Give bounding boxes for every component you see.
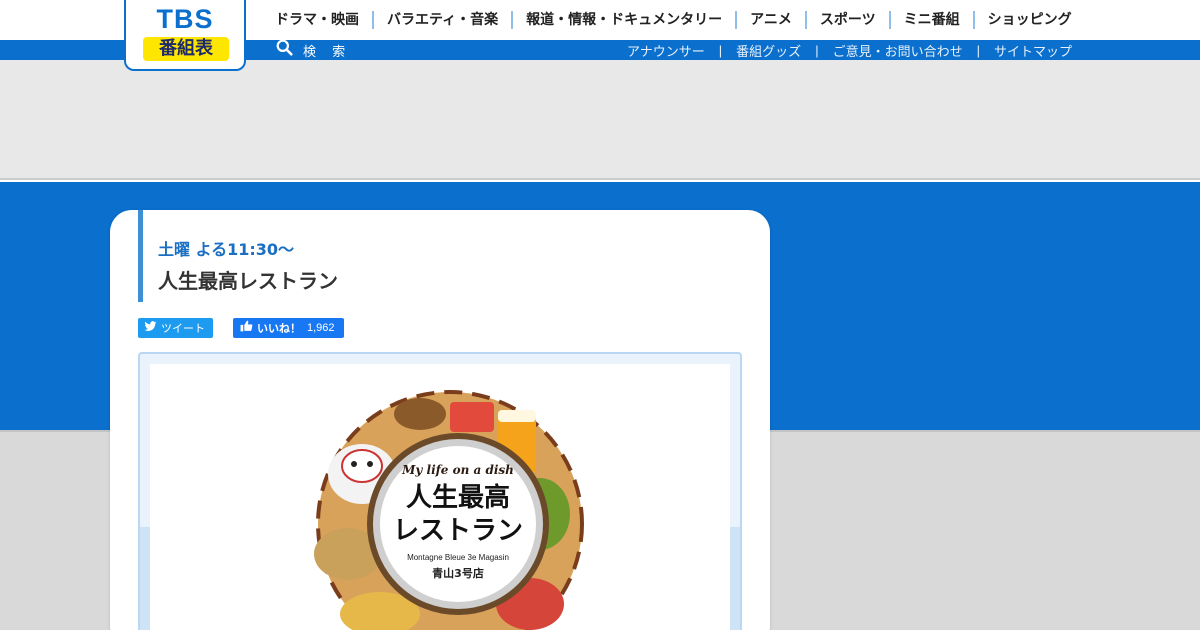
program-title: 人生最高レストラン (158, 269, 338, 293)
search-button[interactable]: 検 索 (276, 39, 352, 61)
subnav-divider: | (718, 42, 723, 58)
twitter-bird-icon (144, 319, 157, 337)
program-card: 土曜 よる11:30〜 人生最高レストラン ツイート いいね！ 1,962 My… (110, 210, 770, 630)
nav-item-mini[interactable]: ミニ番組 (891, 10, 973, 30)
hero-subtitle: Montagne Bleue 3e Magasin (407, 553, 509, 562)
nav-item-variety[interactable]: バラエティ・音楽 (374, 10, 511, 30)
logo-main-text: TBS (156, 4, 214, 34)
thumbs-up-icon (240, 319, 253, 337)
tweet-button[interactable]: ツイート (138, 318, 213, 338)
tbs-logo[interactable]: TBS 番組表 (124, 0, 246, 71)
program-image-frame: My life on a dish 人生最高 レストラン Montagne Bl… (138, 352, 742, 630)
like-count: 1,962 (307, 322, 335, 334)
search-icon (276, 39, 293, 61)
ad-banner-area (0, 60, 1200, 180)
nav-item-shopping[interactable]: ショッピング (975, 10, 1085, 30)
nav-item-sports[interactable]: スポーツ (807, 10, 889, 30)
hero-store-name: 青山3号店 (432, 566, 484, 580)
search-label: 検 索 (303, 44, 352, 60)
tweet-label: ツイート (161, 322, 205, 335)
program-key-visual: My life on a dish 人生最高 レストラン Montagne Bl… (314, 390, 584, 630)
like-label: いいね！ (257, 322, 301, 335)
subnav-divider: | (815, 42, 819, 58)
nav-item-anime[interactable]: アニメ (737, 10, 805, 30)
subnav-item-goods[interactable]: 番組グッズ (736, 41, 801, 60)
subnav-item-contact[interactable]: ご意見・お問い合わせ (833, 41, 963, 60)
hero-title-line2: レストラン (393, 516, 523, 546)
hero-title-line1: 人生最高 (406, 482, 510, 513)
nav-item-drama[interactable]: ドラマ・映画 (262, 10, 372, 30)
program-header: 土曜 よる11:30〜 人生最高レストラン (138, 210, 738, 302)
like-button[interactable]: いいね！ 1,962 (233, 318, 344, 338)
subnav-divider: | (976, 42, 980, 58)
hero-tagline: My life on a dish (401, 463, 514, 477)
logo-sub-text: 番組表 (143, 37, 229, 61)
subnav-item-announcer[interactable]: アナウンサー (627, 41, 705, 60)
program-schedule: 土曜 よる11:30〜 (158, 240, 295, 259)
nav-item-news[interactable]: 報道・情報・ドキュメンタリー (513, 10, 735, 30)
subnav-item-sitemap[interactable]: サイトマップ (994, 41, 1072, 60)
program-image: My life on a dish 人生最高 レストラン Montagne Bl… (150, 364, 730, 630)
utility-nav: アナウンサー | 番組グッズ | ご意見・お問い合わせ | サイトマップ (627, 41, 1072, 60)
category-nav: ドラマ・映画 バラエティ・音楽 報道・情報・ドキュメンタリー アニメ スポーツ … (262, 10, 1085, 30)
